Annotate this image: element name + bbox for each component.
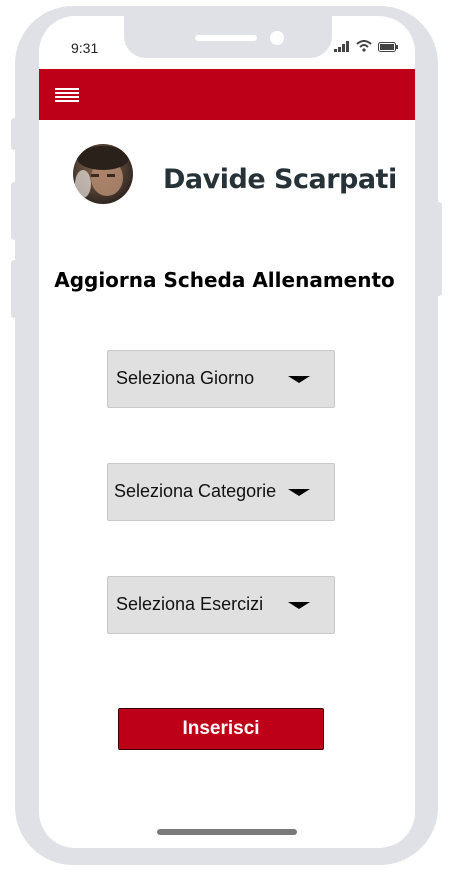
status-icons — [334, 40, 398, 52]
exercise-select-value: Seleziona Esercizi — [116, 594, 264, 614]
battery-icon — [378, 42, 398, 52]
exercise-select[interactable]: Seleziona Esercizi — [107, 576, 335, 634]
home-indicator[interactable] — [157, 829, 297, 835]
front-camera — [270, 31, 284, 45]
phone-volume-up-button — [11, 182, 17, 240]
speaker-grille — [195, 35, 257, 41]
wifi-icon — [356, 40, 372, 52]
avatar — [73, 144, 133, 204]
day-select-value: Seleziona Giorno — [116, 368, 255, 388]
app-header — [39, 69, 415, 120]
chevron-down-icon — [288, 489, 310, 496]
hamburger-menu-icon[interactable] — [55, 88, 79, 102]
status-time: 9:31 — [71, 40, 99, 56]
page-title: Aggiorna Scheda Allenamento — [54, 268, 395, 292]
category-select-value: Seleziona Categorie — [114, 481, 277, 501]
avatar-photo — [75, 146, 129, 198]
phone-side-button — [11, 118, 17, 150]
chevron-down-icon — [288, 376, 310, 383]
user-name: Davide Scarpati — [163, 164, 397, 195]
chevron-down-icon — [288, 602, 310, 609]
submit-button[interactable]: Inserisci — [118, 708, 324, 750]
day-select[interactable]: Seleziona Giorno — [107, 350, 335, 408]
signal-icon — [334, 41, 349, 52]
category-select[interactable]: Seleziona Categorie — [107, 463, 335, 521]
